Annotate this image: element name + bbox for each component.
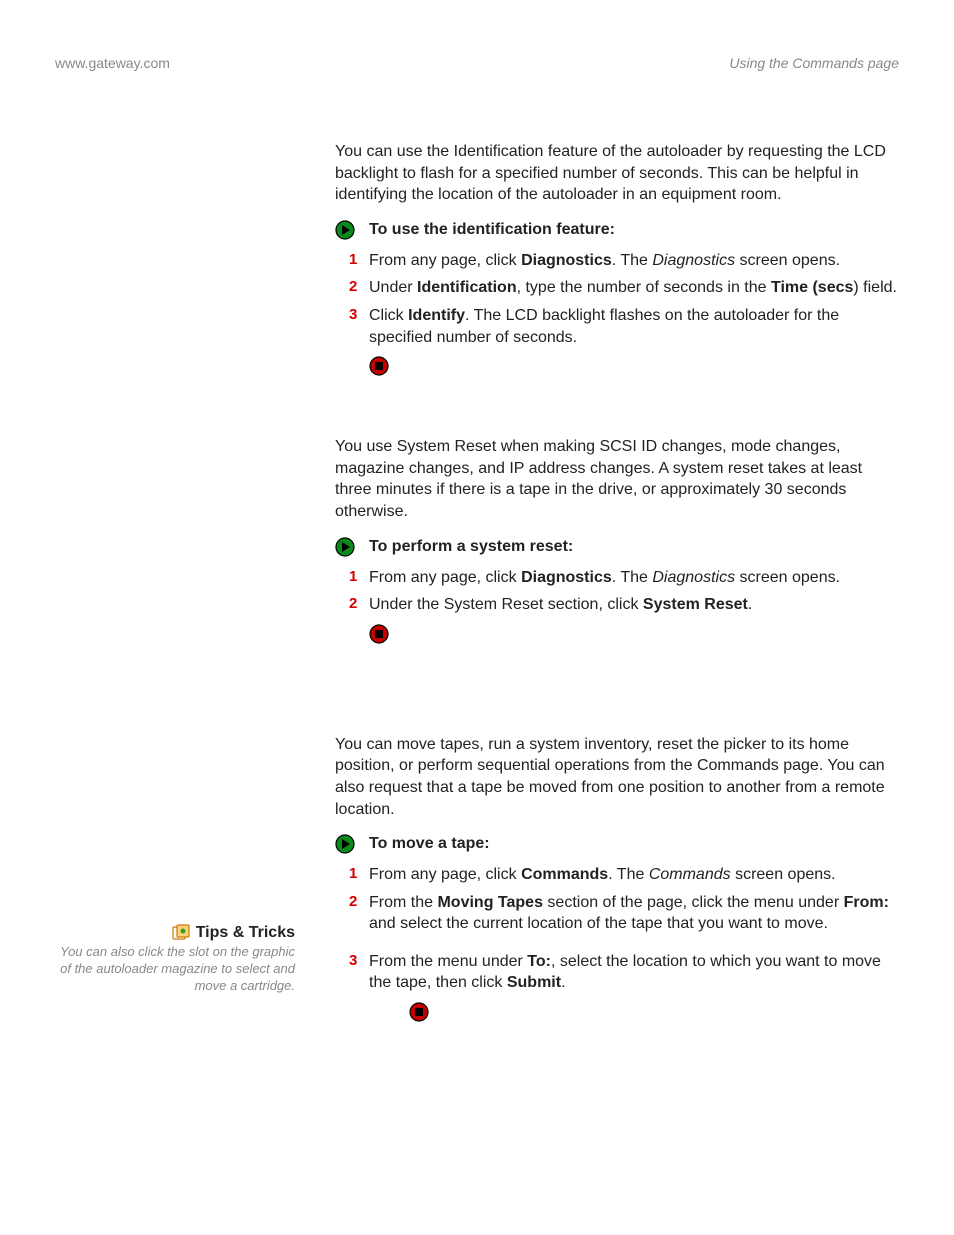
text: From any page, click xyxy=(369,252,521,269)
commands-block: You can move tapes, run a system invento… xyxy=(335,734,899,1022)
step-number: 1 xyxy=(349,250,369,270)
step-number: 2 xyxy=(349,892,369,912)
text-italic: Commands xyxy=(649,866,731,883)
text-bold: Time (secs xyxy=(771,279,853,296)
identification-end-marker xyxy=(335,356,899,376)
identification-steps: 1 From any page, click Diagnostics. The … xyxy=(335,250,899,348)
text: section of the page, click the menu unde… xyxy=(543,894,844,911)
text-bold: Identification xyxy=(417,279,517,296)
text-bold: Diagnostics xyxy=(521,252,612,269)
header-right: Using the Commands page xyxy=(729,55,899,71)
step-text: Under Identification, type the number of… xyxy=(369,277,899,299)
page: www.gateway.com Using the Commands page … xyxy=(0,0,954,1122)
stop-icon xyxy=(369,624,899,644)
text: and select the current location of the t… xyxy=(369,915,828,932)
step-number: 1 xyxy=(349,864,369,884)
text: . The xyxy=(612,252,653,269)
commands-steps: 1 From any page, click Commands. The Com… xyxy=(335,864,899,994)
step-number: 1 xyxy=(349,567,369,587)
step-text: Click Identify. The LCD backlight flashe… xyxy=(369,305,899,348)
text-bold: From: xyxy=(844,894,889,911)
page-header: www.gateway.com Using the Commands page xyxy=(55,55,899,71)
step-number: 3 xyxy=(349,305,369,325)
identification-heading-row: To use the identification feature: xyxy=(335,220,899,240)
text: From any page, click xyxy=(369,866,521,883)
text: . The xyxy=(608,866,649,883)
systemreset-steps: 1 From any page, click Diagnostics. The … xyxy=(335,567,899,616)
content-column: You can use the Identification feature o… xyxy=(335,141,899,1022)
text: Under xyxy=(369,279,417,296)
step-text: From any page, click Commands. The Comma… xyxy=(369,864,899,886)
list-item: 1 From any page, click Commands. The Com… xyxy=(335,864,899,886)
systemreset-end-marker xyxy=(335,624,899,644)
text-italic: Diagnostics xyxy=(652,252,735,269)
text-bold: Submit xyxy=(507,974,561,991)
step-text: From any page, click Diagnostics. The Di… xyxy=(369,567,899,589)
text-bold: Diagnostics xyxy=(521,569,612,586)
header-left: www.gateway.com xyxy=(55,55,170,71)
step-text: From the menu under To:, select the loca… xyxy=(369,951,899,994)
text-italic: Diagnostics xyxy=(652,569,735,586)
stop-icon xyxy=(409,1002,899,1022)
list-item: 3 Click Identify. The LCD backlight flas… xyxy=(335,305,899,348)
text: screen opens. xyxy=(735,252,840,269)
identification-intro: You can use the Identification feature o… xyxy=(335,141,899,206)
text: From the menu under xyxy=(369,953,527,970)
step-number: 3 xyxy=(349,951,369,971)
commands-heading: To move a tape: xyxy=(369,835,490,853)
list-item: 2 Under the System Reset section, click … xyxy=(335,594,899,616)
text: screen opens. xyxy=(731,866,836,883)
text: ) field. xyxy=(853,279,897,296)
step-number: 2 xyxy=(349,277,369,297)
list-item: 2 From the Moving Tapes section of the p… xyxy=(335,892,899,935)
systemreset-heading: To perform a system reset: xyxy=(369,538,573,556)
text: . xyxy=(748,596,752,613)
text-bold: System Reset xyxy=(643,596,748,613)
commands-heading-row: To move a tape: xyxy=(335,834,899,854)
step-text: From the Moving Tapes section of the pag… xyxy=(369,892,899,935)
text-bold: Moving Tapes xyxy=(437,894,543,911)
stop-icon xyxy=(369,356,899,376)
text: From any page, click xyxy=(369,569,521,586)
identification-heading: To use the identification feature: xyxy=(369,221,615,239)
play-icon xyxy=(335,220,355,240)
play-icon xyxy=(335,834,355,854)
tips-body: You can also click the slot on the graph… xyxy=(55,944,295,995)
tips-sidebar: Tips & Tricks You can also click the slo… xyxy=(55,924,295,995)
systemreset-intro: You use System Reset when making SCSI ID… xyxy=(335,436,899,522)
text: Click xyxy=(369,307,408,324)
text: screen opens. xyxy=(735,569,840,586)
list-item: 3 From the menu under To:, select the lo… xyxy=(335,951,899,994)
systemreset-heading-row: To perform a system reset: xyxy=(335,537,899,557)
text-bold: Identify xyxy=(408,307,465,324)
list-item: 1 From any page, click Diagnostics. The … xyxy=(335,567,899,589)
list-item: 2 Under Identification, type the number … xyxy=(335,277,899,299)
text: Under the System Reset section, click xyxy=(369,596,643,613)
commands-end-marker xyxy=(335,1002,899,1022)
text-bold: To: xyxy=(527,953,551,970)
tips-title: Tips & Tricks xyxy=(196,924,295,942)
step-text: Under the System Reset section, click Sy… xyxy=(369,594,899,616)
text-bold: Commands xyxy=(521,866,608,883)
tips-heading: Tips & Tricks xyxy=(55,924,295,942)
play-icon xyxy=(335,537,355,557)
text: , type the number of seconds in the xyxy=(517,279,771,296)
text: From the xyxy=(369,894,437,911)
step-number: 2 xyxy=(349,594,369,614)
tips-icon xyxy=(172,924,190,942)
text: . xyxy=(561,974,565,991)
step-text: From any page, click Diagnostics. The Di… xyxy=(369,250,899,272)
list-item: 1 From any page, click Diagnostics. The … xyxy=(335,250,899,272)
text: . The xyxy=(612,569,653,586)
commands-intro: You can move tapes, run a system invento… xyxy=(335,734,899,820)
